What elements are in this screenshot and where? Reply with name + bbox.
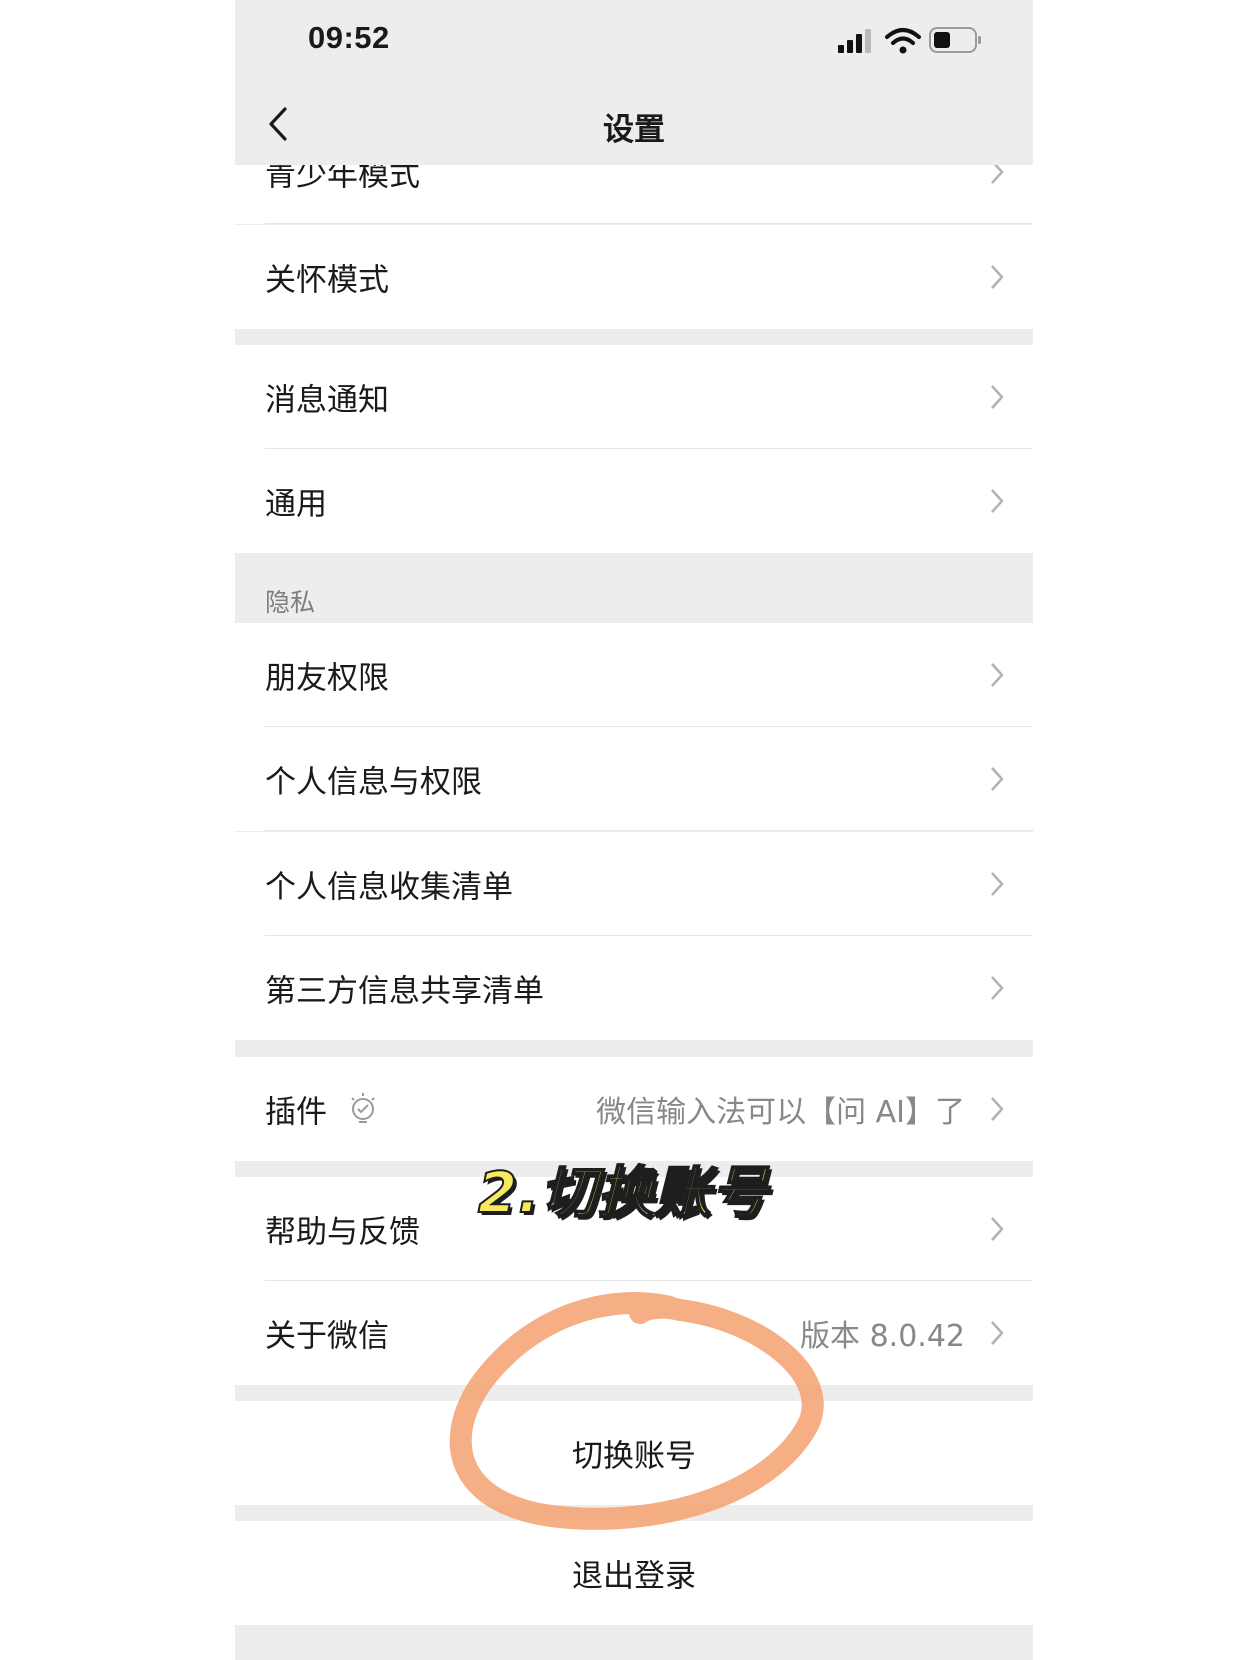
chevron-right-icon <box>991 1097 1004 1121</box>
wechat-settings-screen: 青少年模式 关怀模式 消息通知 通用 隐私 朋友权限 个人信息与权限 个人信息收… <box>235 0 1033 1660</box>
settings-row-notifications[interactable]: 消息通知 <box>235 345 1033 449</box>
settings-row-personal-info-list[interactable]: 个人信息收集清单 <box>235 832 1033 936</box>
settings-row-personal-info-permissions[interactable]: 个人信息与权限 <box>235 727 1033 831</box>
row-label: 通用 <box>265 486 327 523</box>
row-label: 第三方信息共享清单 <box>265 973 544 1010</box>
wifi-icon <box>885 28 921 54</box>
chevron-right-icon <box>991 1217 1004 1241</box>
chevron-right-icon <box>991 1321 1004 1345</box>
chevron-right-icon <box>991 265 1004 289</box>
row-label: 消息通知 <box>265 382 389 419</box>
chevron-right-icon <box>991 489 1004 513</box>
row-label: 插件 <box>265 1094 327 1131</box>
switch-account-label: 切换账号 <box>572 1438 696 1475</box>
settings-row-about[interactable]: 关于微信 版本 8.0.42 <box>235 1281 1033 1385</box>
switch-account-button[interactable]: 切换账号 <box>235 1401 1033 1505</box>
settings-row-general[interactable]: 通用 <box>235 449 1033 553</box>
chevron-right-icon <box>991 663 1004 687</box>
status-time: 09:52 <box>308 20 390 55</box>
divider <box>265 223 1033 224</box>
row-label: 关怀模式 <box>265 262 389 299</box>
row-label: 朋友权限 <box>265 660 389 697</box>
annotation-caption: 2.切换账号 <box>477 1160 769 1227</box>
signal-icon <box>838 29 871 53</box>
chevron-right-icon <box>991 872 1004 896</box>
settings-row-plugins[interactable]: 插件 微信输入法可以【问 AI】了 <box>235 1057 1033 1161</box>
divider <box>265 830 1033 831</box>
nav-bar: 设置 <box>235 80 1033 165</box>
chevron-right-icon <box>991 976 1004 1000</box>
chevron-right-icon <box>991 385 1004 409</box>
section-header-privacy: 隐私 <box>235 553 1033 623</box>
page-title: 设置 <box>603 112 665 148</box>
settings-row-friend-permissions[interactable]: 朋友权限 <box>235 623 1033 727</box>
row-label: 关于微信 <box>265 1318 389 1355</box>
settings-row-care-mode[interactable]: 关怀模式 <box>235 225 1033 329</box>
row-label: 个人信息收集清单 <box>265 869 513 906</box>
lightbulb-icon <box>351 1093 375 1123</box>
plugins-hint: 微信输入法可以【问 AI】了 <box>596 1095 965 1130</box>
logout-button[interactable]: 退出登录 <box>235 1521 1033 1625</box>
logout-label: 退出登录 <box>572 1558 696 1595</box>
row-label: 帮助与反馈 <box>265 1214 420 1251</box>
battery-icon <box>929 27 981 53</box>
settings-row-third-party-list[interactable]: 第三方信息共享清单 <box>235 936 1033 1040</box>
row-label: 个人信息与权限 <box>265 764 482 801</box>
version-text: 版本 8.0.42 <box>800 1319 965 1354</box>
section-header-label: 隐私 <box>265 588 316 617</box>
status-bar: 09:52 <box>235 0 1033 80</box>
chevron-right-icon <box>991 767 1004 791</box>
